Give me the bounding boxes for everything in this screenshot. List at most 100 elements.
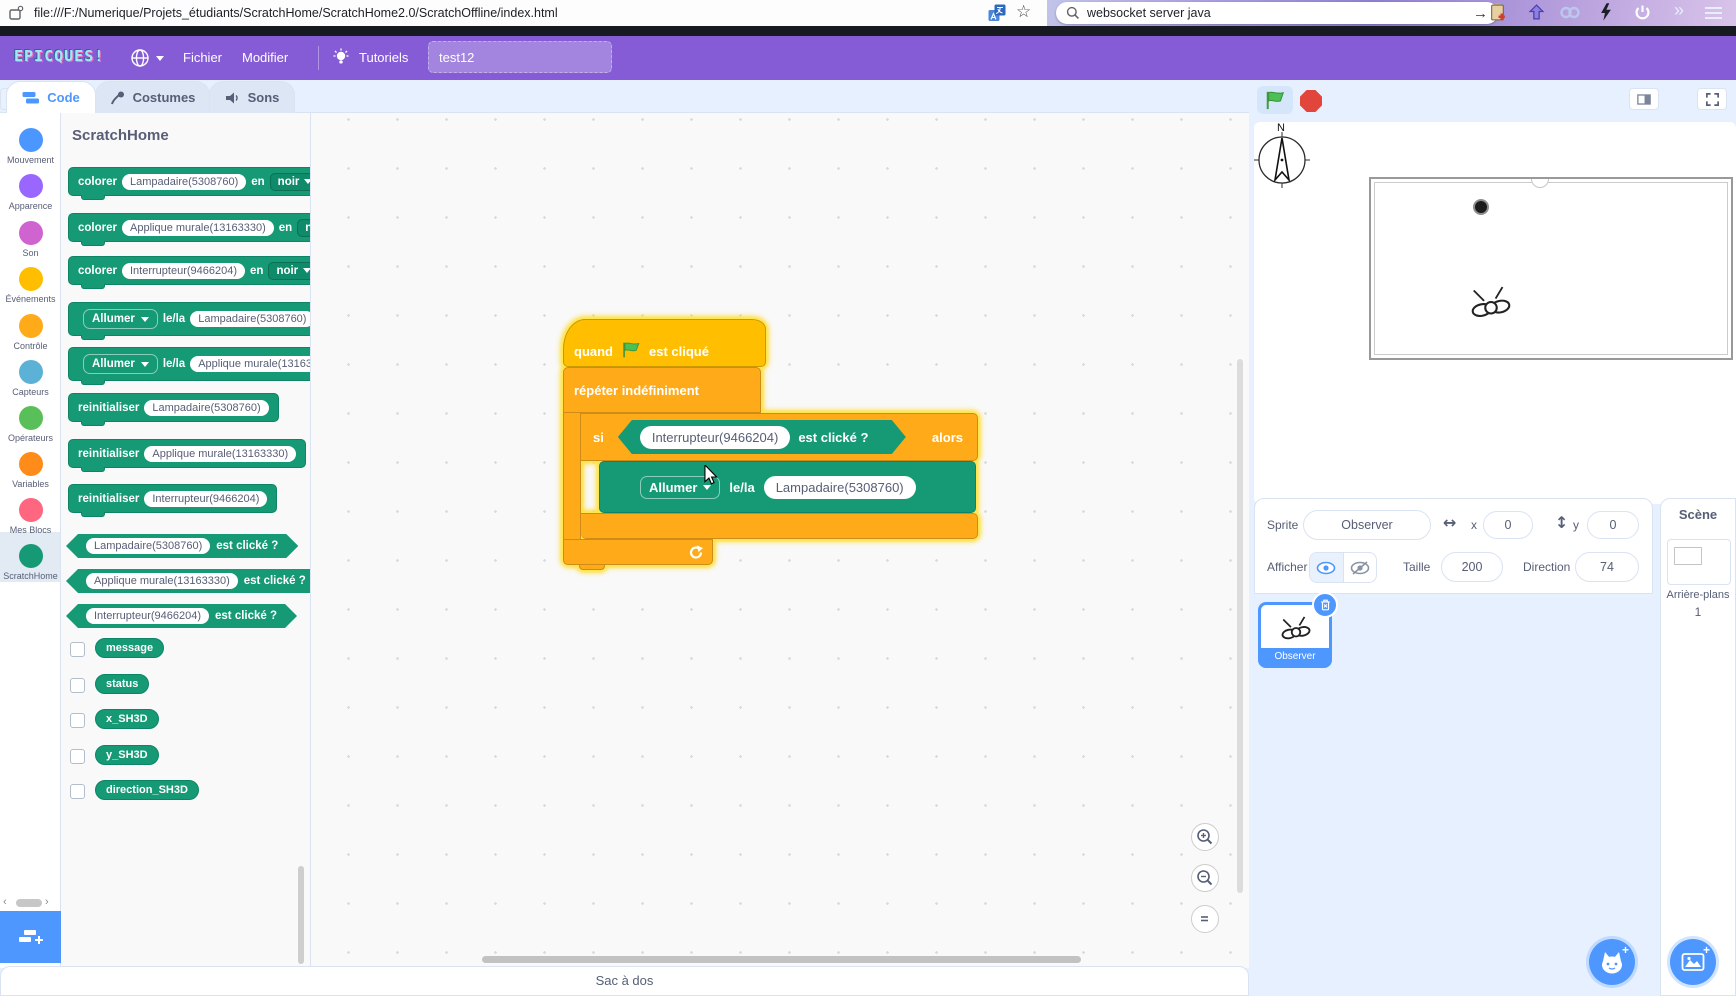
power-icon[interactable]	[1634, 4, 1651, 21]
block-input[interactable]: Lampadaire(5308760)	[764, 476, 916, 499]
bookmark-star-icon[interactable]: ☆	[1016, 2, 1031, 22]
direction-input[interactable]: 74	[1575, 552, 1639, 582]
block-input[interactable]: Applique murale(13163330)	[122, 220, 274, 236]
block-input[interactable]: Applique murale(13163330)	[190, 356, 310, 372]
variable-checkbox[interactable]	[70, 713, 85, 728]
sprite-name-input[interactable]: Observer	[1303, 510, 1431, 540]
backdrop-thumbnail[interactable]	[1667, 539, 1731, 585]
menu-tutorials[interactable]: Tutoriels	[331, 47, 408, 67]
menu-file[interactable]: Fichier	[183, 50, 222, 65]
observer-sprite[interactable]	[1468, 282, 1514, 322]
category-operateurs[interactable]: Opérateurs	[0, 406, 61, 443]
block-colorer-applique[interactable]: colorer Applique murale(13163330) en noi…	[68, 213, 310, 242]
block-input[interactable]: Interrupteur(9466204)	[144, 491, 267, 507]
block-dropdown[interactable]: noir	[297, 219, 310, 237]
block-input[interactable]: Lampadaire(5308760)	[144, 400, 268, 416]
block-dropdown[interactable]: Allumer	[83, 309, 158, 329]
small-stage-layout-button[interactable]	[1629, 88, 1659, 110]
block-input[interactable]: Applique murale(13163330)	[144, 446, 296, 462]
block-dropdown[interactable]: noir	[270, 173, 310, 191]
block-reinitialiser-applique[interactable]: reinitialiser Applique murale(13163330)	[68, 439, 306, 468]
menu-edit[interactable]: Modifier	[242, 50, 288, 65]
category-mouvement[interactable]: Mouvement	[0, 128, 61, 165]
block-input[interactable]: Lampadaire(5308760)	[190, 311, 310, 327]
variable-checkbox[interactable]	[70, 784, 85, 799]
script-stack[interactable]: quand est cliqué répéter indéfiniment si…	[550, 301, 995, 601]
add-sprite-button[interactable]: +	[1589, 939, 1635, 985]
category-son[interactable]: Son	[0, 221, 61, 258]
extension-clipboard-icon[interactable]	[1490, 3, 1506, 22]
block-colorer-lampadaire[interactable]: colorer Lampadaire(5308760) en noir	[68, 167, 310, 196]
code-canvas[interactable]: quand est cliqué répéter indéfiniment si…	[310, 112, 1249, 968]
zoom-in-button[interactable]	[1191, 823, 1219, 851]
translate-icon[interactable]	[988, 4, 1006, 22]
extension-arrow-icon[interactable]	[1528, 4, 1545, 20]
category-mes-blocs[interactable]: Mes Blocs	[0, 498, 61, 535]
block-dropdown[interactable]: noir	[268, 262, 310, 280]
category-scrollbar[interactable]	[16, 899, 42, 907]
block-applique-est-clicke[interactable]: Applique murale(13163330) est clické ?	[66, 569, 310, 593]
show-button[interactable]	[1310, 553, 1344, 582]
category-variables[interactable]: Variables	[0, 452, 61, 489]
block-input[interactable]: Interrupteur(9466204)	[86, 608, 209, 624]
stage-selector-panel[interactable]: Scène Arrière-plans 1	[1660, 498, 1736, 996]
lightning-icon[interactable]	[1599, 3, 1612, 22]
tab-code[interactable]: Code	[6, 81, 96, 113]
tab-costumes[interactable]: Costumes	[95, 81, 210, 113]
repeat-forever-block[interactable]: répéter indéfiniment	[563, 367, 761, 413]
block-allumer-lampadaire[interactable]: Allumer le/la Lampadaire(5308760)	[68, 302, 310, 336]
variable-direction-sh3d[interactable]: direction_SH3D	[95, 780, 199, 800]
browser-menu-icon[interactable]	[1704, 6, 1723, 20]
green-flag-button[interactable]	[1257, 86, 1293, 114]
palette-scrollbar[interactable]	[298, 866, 304, 964]
size-input[interactable]: 200	[1441, 552, 1503, 582]
condition-block-est-clicke[interactable]: Interrupteur(9466204) est clické ?	[618, 420, 906, 454]
zoom-reset-button[interactable]	[1191, 905, 1219, 933]
scroll-left-icon[interactable]: ‹	[3, 896, 7, 908]
variable-message[interactable]: message	[95, 638, 164, 658]
search-go-icon[interactable]: →	[1473, 5, 1488, 22]
block-allumer-applique[interactable]: Allumer le/la Applique murale(13163330)	[68, 347, 310, 381]
browser-address-bar[interactable]: file:///F:/Numerique/Projets_étudiants/S…	[0, 0, 1047, 26]
variable-x-sh3d[interactable]: x_SH3D	[95, 709, 159, 729]
variable-checkbox[interactable]	[70, 678, 85, 693]
project-name-input[interactable]: test12	[428, 41, 612, 73]
add-backdrop-button[interactable]: +	[1670, 939, 1716, 985]
zoom-out-button[interactable]	[1191, 864, 1219, 892]
hide-button[interactable]	[1344, 553, 1377, 582]
block-input[interactable]: Interrupteur(9466204)	[122, 263, 245, 279]
tab-sounds[interactable]: Sons	[209, 81, 295, 113]
category-capteurs[interactable]: Capteurs	[0, 360, 61, 397]
if-then-block[interactable]: si Interrupteur(9466204) est clické ? al…	[581, 413, 978, 461]
stop-button[interactable]	[1300, 90, 1322, 112]
hat-block-when-flag-clicked[interactable]: quand est cliqué	[563, 319, 766, 367]
block-reinitialiser-interrupteur[interactable]: reinitialiser Interrupteur(9466204)	[68, 484, 277, 513]
condition-input[interactable]: Interrupteur(9466204)	[640, 426, 790, 449]
block-lampadaire-est-clicke[interactable]: Lampadaire(5308760) est clické ?	[66, 534, 298, 558]
y-input[interactable]: 0	[1587, 511, 1639, 539]
lampadaire-sprite[interactable]	[1473, 199, 1489, 215]
category-evenements[interactable]: Événements	[0, 267, 61, 304]
category-controle[interactable]: Contrôle	[0, 314, 61, 351]
block-colorer-interrupteur[interactable]: colorer Interrupteur(9466204) en noir	[68, 256, 310, 285]
backpack-bar[interactable]: Sac à dos	[0, 966, 1249, 996]
canvas-vertical-scrollbar[interactable]	[1237, 359, 1243, 893]
variable-y-sh3d[interactable]: y_SH3D	[95, 745, 159, 765]
extension-faded-icon[interactable]	[1560, 6, 1580, 19]
block-input[interactable]: Lampadaire(5308760)	[122, 174, 246, 190]
fullscreen-button[interactable]	[1697, 88, 1727, 110]
allumer-block[interactable]: Allumer le/la Lampadaire(5308760)	[599, 461, 976, 513]
x-input[interactable]: 0	[1483, 511, 1533, 539]
block-dropdown[interactable]: Allumer	[83, 354, 158, 374]
category-scratchhome[interactable]: ScratchHome	[0, 544, 61, 581]
block-input[interactable]: Applique murale(13163330)	[86, 573, 238, 589]
scroll-right-icon[interactable]: ›	[45, 896, 49, 908]
block-reinitialiser-lampadaire[interactable]: reinitialiser Lampadaire(5308760)	[68, 393, 279, 422]
add-extension-button[interactable]	[0, 911, 61, 963]
variable-checkbox[interactable]	[70, 749, 85, 764]
overflow-chevrons-icon[interactable]: »	[1674, 0, 1684, 21]
block-interrupteur-est-clicke[interactable]: Interrupteur(9466204) est clické ?	[66, 604, 297, 628]
variable-checkbox[interactable]	[70, 642, 85, 657]
canvas-horizontal-scrollbar[interactable]	[482, 956, 1081, 963]
delete-sprite-button[interactable]	[1312, 592, 1338, 618]
